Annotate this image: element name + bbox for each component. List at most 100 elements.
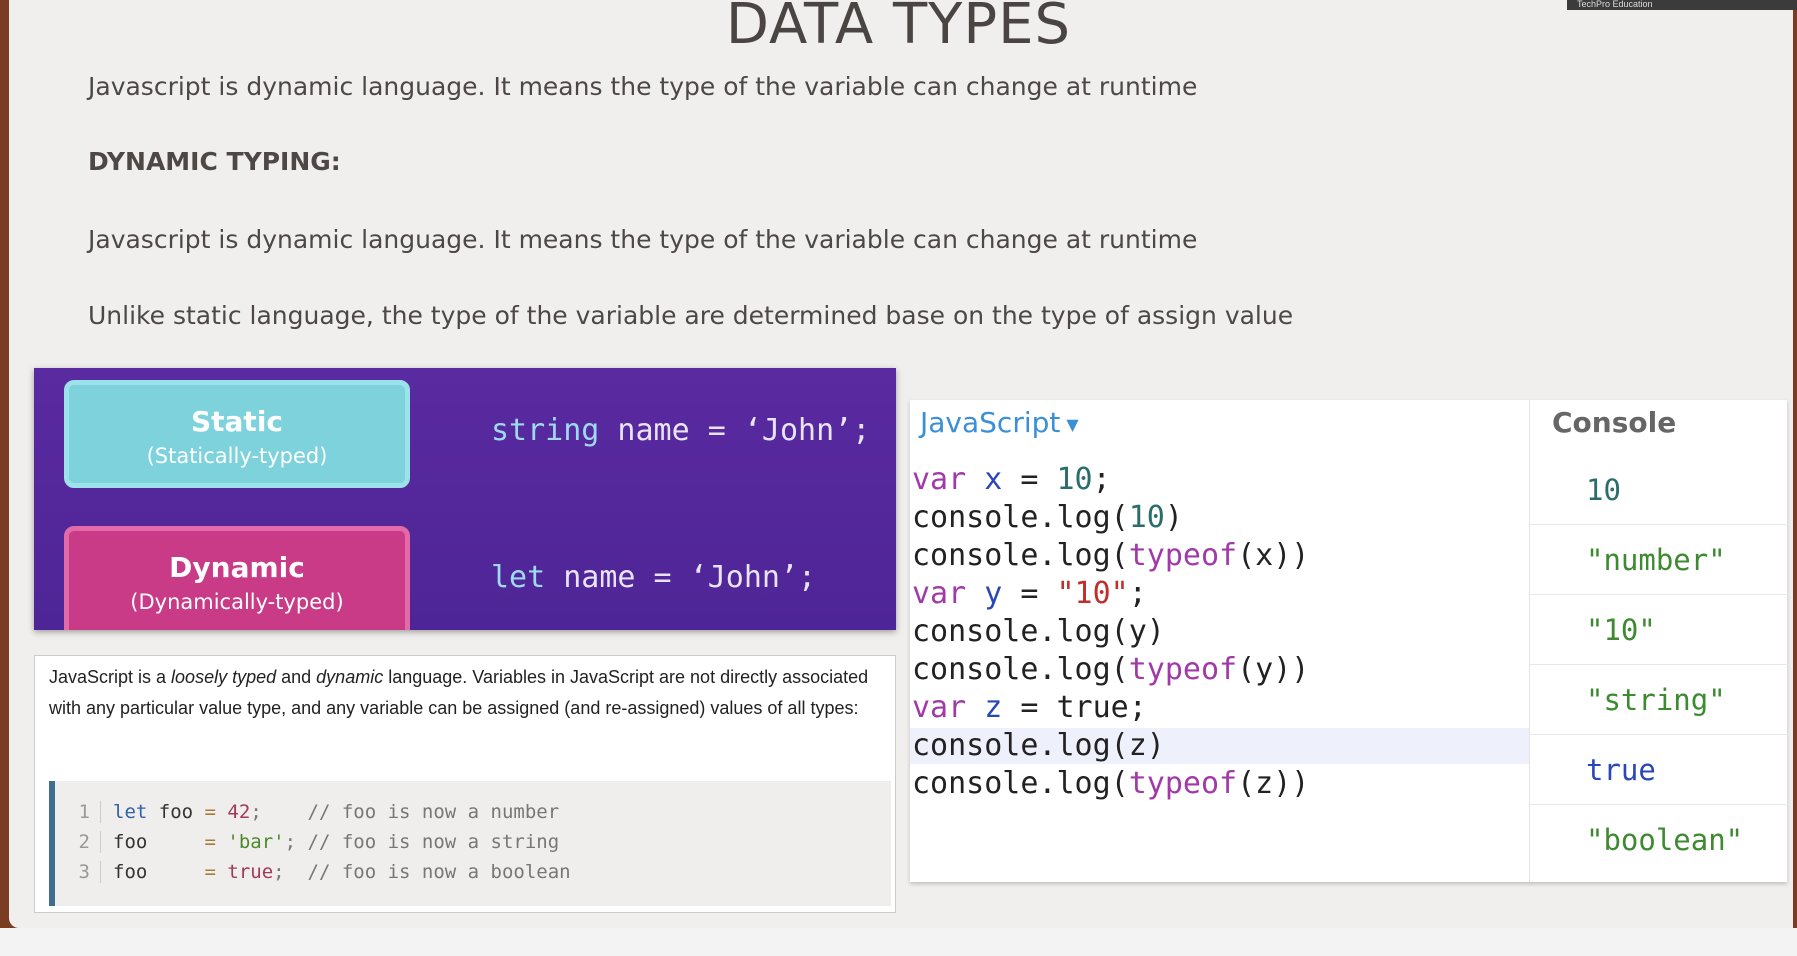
console-output: "10" bbox=[1530, 595, 1788, 665]
code-editor[interactable]: JavaScript ▼ var x = 10; console.log(10) … bbox=[910, 400, 1529, 882]
static-keyword: string bbox=[491, 413, 600, 448]
console-output: "boolean" bbox=[1586, 823, 1744, 857]
console-output: true bbox=[1530, 735, 1788, 805]
dynamic-box: Dynamic (Dynamically-typed) bbox=[64, 526, 410, 630]
code-comment: // foo is now a number bbox=[307, 801, 560, 823]
code-ident: foo bbox=[113, 831, 205, 853]
code-op: = bbox=[204, 861, 216, 883]
num: 10 bbox=[1128, 500, 1165, 535]
mdn-code-block: 1 let foo = 42; // foo is now a number 2f… bbox=[49, 781, 891, 906]
line-number: 1 bbox=[55, 801, 101, 823]
dynamic-title: Dynamic bbox=[169, 551, 305, 584]
console-output: "number" bbox=[1530, 525, 1788, 595]
code-line: 3 foo = true; // foo is now a boolean bbox=[55, 861, 571, 883]
intro-text: Javascript is dynamic language. It means… bbox=[88, 72, 1198, 101]
semi: ; bbox=[1128, 576, 1147, 611]
caret-down-icon: ▼ bbox=[1066, 414, 1079, 434]
dynamic-subtitle: (Dynamically-typed) bbox=[130, 590, 344, 614]
ident: x bbox=[984, 462, 1003, 497]
console-title: Console bbox=[1552, 406, 1677, 439]
call: console.log( bbox=[912, 652, 1129, 687]
call: console.log( bbox=[912, 500, 1129, 535]
bottom-strip bbox=[0, 928, 1797, 956]
typeof: typeof bbox=[1128, 652, 1238, 687]
static-code-rest: name = ‘John’; bbox=[599, 413, 871, 448]
mdn-em-dynamic: dynamic bbox=[316, 667, 384, 687]
editor-line: console.log(typeof(y)) bbox=[910, 652, 1529, 688]
code-op: = bbox=[204, 831, 216, 853]
static-title: Static bbox=[190, 405, 284, 438]
static-box: Static (Statically-typed) bbox=[64, 380, 410, 488]
editor-line: var z = true; bbox=[910, 690, 1529, 726]
code-ident: foo bbox=[113, 861, 205, 883]
args: (x)) bbox=[1237, 538, 1310, 573]
op: = bbox=[1002, 462, 1057, 497]
mdn-em-loosely: loosely typed bbox=[171, 667, 277, 687]
code-value: 42 bbox=[215, 801, 251, 823]
slide-title: DATA TYPES bbox=[725, 0, 1072, 57]
code-comment: // foo is now a string bbox=[307, 831, 560, 853]
call: console.log( bbox=[912, 538, 1129, 573]
dynamic-keyword: let bbox=[491, 560, 546, 595]
console-output: 10 bbox=[1530, 455, 1788, 525]
language-label: JavaScript bbox=[920, 406, 1061, 439]
code-keyword: let bbox=[113, 801, 148, 823]
editor-line: console.log(typeof(x)) bbox=[910, 538, 1529, 574]
typeof: typeof bbox=[1128, 766, 1238, 801]
static-code: string name = ‘John’; bbox=[491, 413, 870, 448]
code-ident: foo bbox=[147, 801, 205, 823]
ident: z bbox=[984, 690, 1003, 725]
static-subtitle: (Statically-typed) bbox=[146, 444, 328, 468]
kw: var bbox=[912, 462, 967, 497]
code-semi: ; bbox=[284, 831, 308, 853]
mdn-text: and bbox=[276, 667, 317, 687]
explanation-text: Javascript is dynamic language. It means… bbox=[88, 225, 1198, 254]
editor-line: var x = 10; bbox=[910, 462, 1529, 498]
dynamic-code: let name = ‘John’; bbox=[491, 560, 816, 595]
num: 10 bbox=[1056, 462, 1093, 497]
editor-line: console.log(10) bbox=[910, 500, 1529, 536]
editor-line-active: console.log(z) bbox=[910, 728, 1529, 764]
line-number: 3 bbox=[55, 861, 101, 883]
call: console.log(y) bbox=[912, 614, 1165, 649]
typeof: typeof bbox=[1128, 538, 1238, 573]
mdn-excerpt: JavaScript is a loosely typed and dynami… bbox=[34, 655, 896, 913]
op: = bbox=[1002, 576, 1057, 611]
kw: var bbox=[912, 690, 967, 725]
editor-line: console.log(typeof(z)) bbox=[910, 766, 1529, 802]
call: console.log( bbox=[912, 766, 1129, 801]
kw: var bbox=[912, 576, 967, 611]
args: (z)) bbox=[1237, 766, 1310, 801]
call: console.log(z) bbox=[912, 728, 1165, 763]
webcam-label: TechPro Education bbox=[1577, 0, 1653, 9]
console-output: "string" bbox=[1530, 665, 1788, 735]
sp bbox=[966, 690, 984, 725]
code-line: 1 let foo = 42; // foo is now a number bbox=[55, 801, 559, 823]
code-comment: // foo is now a boolean bbox=[307, 861, 571, 883]
sp bbox=[966, 576, 984, 611]
code-value: true bbox=[215, 861, 274, 883]
webcam-overlay: TechPro Education bbox=[1567, 0, 1797, 10]
language-selector[interactable]: JavaScript ▼ bbox=[920, 406, 1079, 439]
code-value: 'bar' bbox=[215, 831, 285, 853]
dynamic-typing-heading: DYNAMIC TYPING: bbox=[88, 147, 341, 176]
js-playground: JavaScript ▼ var x = 10; console.log(10) … bbox=[910, 400, 1788, 882]
args: (y)) bbox=[1237, 652, 1310, 687]
paren: ) bbox=[1164, 500, 1183, 535]
dynamic-code-rest: name = ‘John’; bbox=[545, 560, 817, 595]
sp bbox=[966, 462, 984, 497]
editor-line: console.log(y) bbox=[910, 614, 1529, 650]
ident: y bbox=[984, 576, 1003, 611]
assign: = true; bbox=[1002, 690, 1147, 725]
static-comparison-text: Unlike static language, the type of the … bbox=[88, 301, 1294, 330]
str: "10" bbox=[1056, 576, 1129, 611]
code-semi: ; bbox=[273, 861, 308, 883]
mdn-paragraph: JavaScript is a loosely typed and dynami… bbox=[49, 662, 889, 724]
console-panel: Console 10 "number" "10" "string" true "… bbox=[1529, 400, 1788, 882]
line-number: 2 bbox=[55, 831, 101, 853]
mdn-text: JavaScript is a bbox=[49, 667, 172, 687]
code-op: = bbox=[204, 801, 216, 823]
static-dynamic-panel: Static (Statically-typed) string name = … bbox=[34, 368, 896, 630]
code-semi: ; bbox=[250, 801, 308, 823]
semi: ; bbox=[1092, 462, 1111, 497]
